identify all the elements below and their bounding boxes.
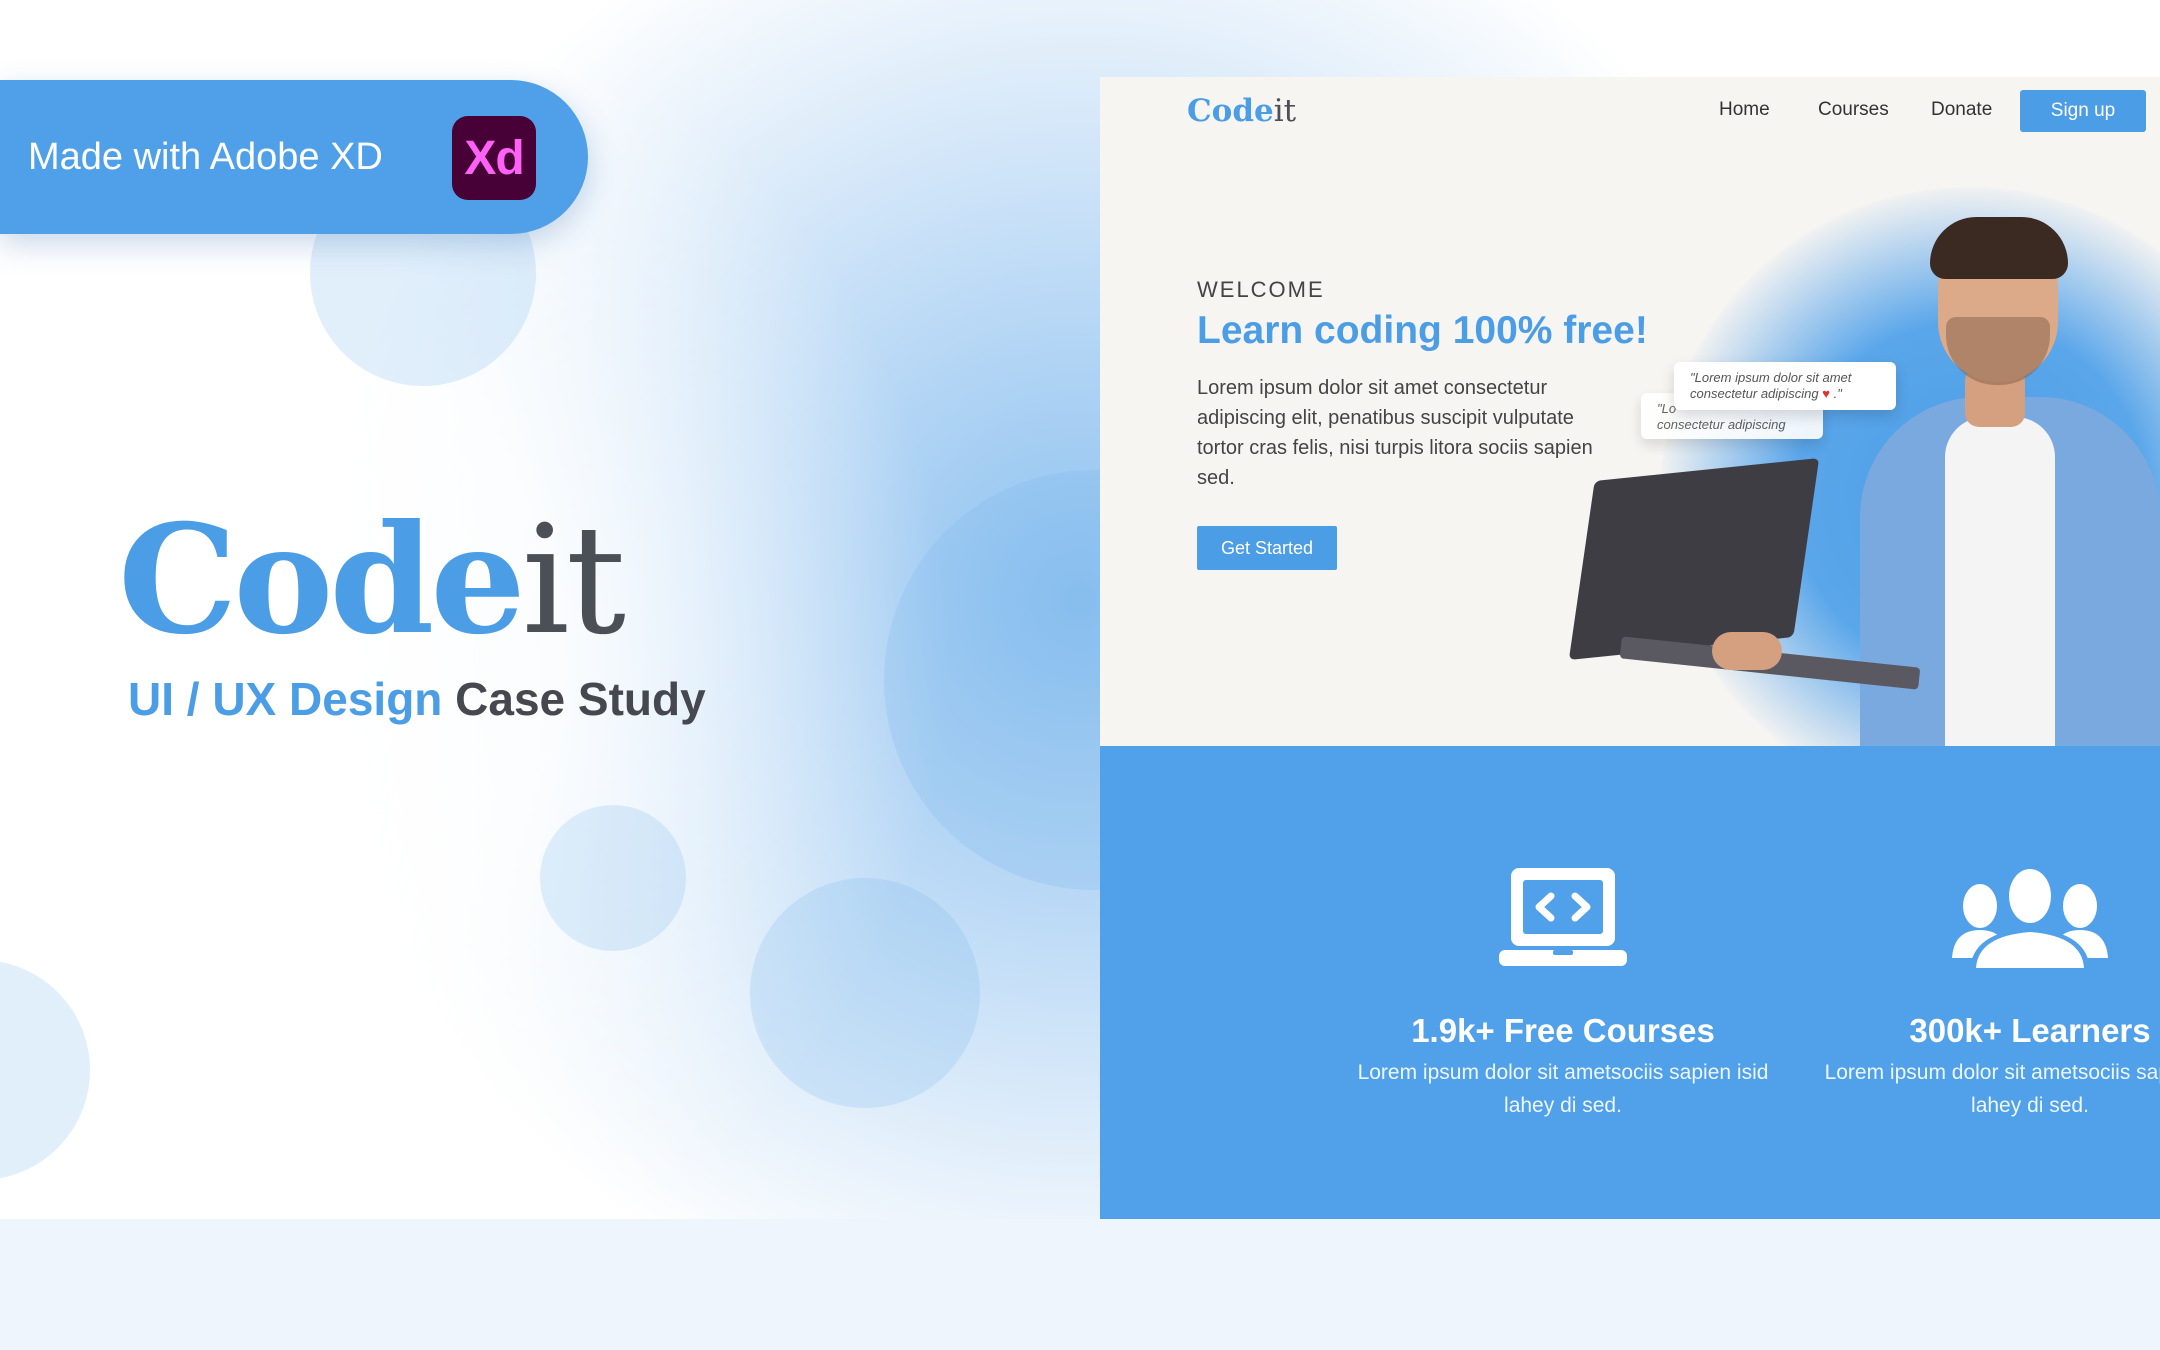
hero-eyebrow: WELCOME (1197, 277, 1325, 302)
person-hand (1712, 632, 1782, 670)
nav-donate-link[interactable]: Donate (1931, 99, 1992, 121)
chat-bubble-front: "Lorem ipsum dolor sit amet consectetur … (1674, 362, 1896, 410)
brand-logo-code: Code (118, 492, 526, 668)
nav-logo-code: Code (1187, 93, 1274, 129)
signup-button[interactable]: Sign up (2020, 90, 2146, 132)
stats-section: 1.9k+ Free Courses Lorem ipsum dolor sit… (1100, 746, 2160, 1219)
person-tshirt (1945, 417, 2055, 747)
chat-front-line2: consectetur adipiscing (1690, 386, 1819, 401)
subtitle-highlight: UI / UX Design (128, 673, 443, 725)
brand-logo: Codeit (118, 505, 626, 656)
hero-section: Codeit Home Courses Donate Sign up WELCO… (1100, 77, 2160, 807)
chat-front-line1: "Lorem ipsum dolor sit amet (1690, 370, 1852, 385)
badge-text: Made with Adobe XD (28, 136, 383, 178)
stat-title: 300k+ Learners (1909, 1012, 2151, 1049)
nav-home-link[interactable]: Home (1719, 99, 1770, 121)
nav-logo[interactable]: Codeit (1187, 93, 1296, 129)
decor-circle (750, 878, 980, 1108)
decor-circle (540, 805, 686, 951)
stat-desc: Lorem ipsum dolor sit ametsociis sapien … (1357, 1061, 1769, 1117)
website-mockup: Codeit Home Courses Donate Sign up WELCO… (1100, 77, 2160, 1219)
nav-courses-link[interactable]: Courses (1818, 99, 1889, 121)
hero-headline: Learn coding 100% free! (1197, 309, 1648, 352)
nav-logo-it: it (1273, 93, 1297, 129)
adobe-xd-logo-icon: Xd (452, 116, 536, 200)
stat-title: 1.9k+ Free Courses (1411, 1012, 1715, 1049)
case-study-subtitle: UI / UX Design Case Study (128, 672, 706, 726)
users-group-icon (1952, 866, 2108, 970)
brand-logo-it: it (521, 494, 626, 668)
made-with-xd-badge: Made with Adobe XD Xd (0, 80, 588, 234)
get-started-button[interactable]: Get Started (1197, 526, 1337, 570)
person-hair (1930, 217, 2068, 279)
laptop-icon (1568, 457, 1820, 661)
hero-body: Lorem ipsum dolor sit amet consectetur a… (1197, 377, 1593, 489)
stat-desc: Lorem ipsum dolor sit ametsociis sapien … (1824, 1061, 2160, 1117)
heart-icon: ♥ (1822, 386, 1830, 401)
bottom-band (0, 1219, 2160, 1350)
chat-back-line2: consectetur adipiscing (1657, 417, 1786, 432)
laptop-code-icon (1499, 868, 1627, 966)
subtitle-rest: Case Study (455, 673, 706, 725)
